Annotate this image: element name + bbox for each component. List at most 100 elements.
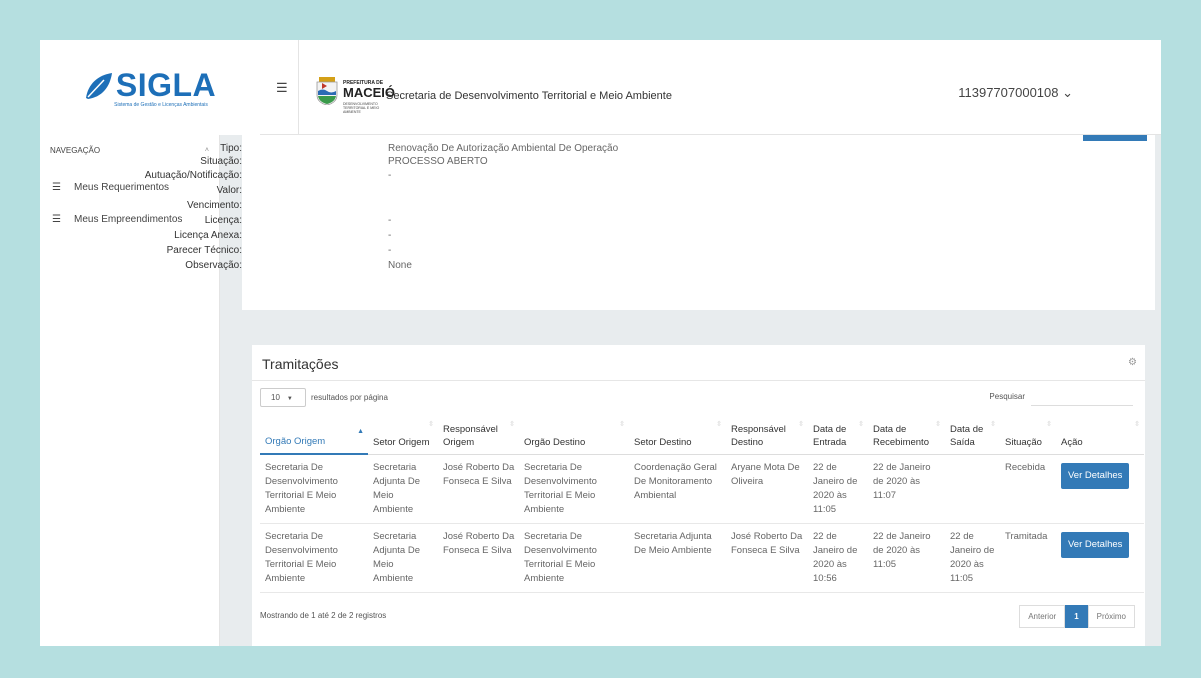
hamburger-icon[interactable]: ☰ bbox=[276, 80, 288, 96]
detail-label: Vencimento: bbox=[186, 200, 242, 211]
column-header-acao[interactable]: Ação ⇳ bbox=[1056, 413, 1144, 455]
list-icon: ☰ bbox=[52, 181, 61, 193]
column-header-label: Orgão Origem bbox=[265, 436, 326, 447]
column-header-orgao-destino[interactable]: Orgão Destino ⇳ bbox=[519, 413, 629, 455]
user-menu[interactable]: 11397707000108 ⌄ bbox=[958, 85, 1073, 101]
cell-setor-destino: Secretaria Adjunta De Meio Ambiente bbox=[629, 523, 726, 593]
detail-label: Situação: bbox=[200, 156, 242, 167]
cell-data-recebimento: 22 de Janeiro de 2020 às 11:07 bbox=[868, 454, 945, 524]
column-header-data-recebimento[interactable]: Data de Recebimento ⇳ bbox=[868, 413, 945, 455]
cell-responsavel-origem: José Roberto Da Fonseca E Silva bbox=[438, 454, 519, 524]
column-header-responsavel-origem[interactable]: Responsável Origem ⇳ bbox=[438, 413, 519, 455]
process-details: Tipo: Renovação De Autorização Ambiental … bbox=[145, 135, 1155, 310]
pagination: Anterior 1 Próximo bbox=[1019, 605, 1135, 628]
nav-heading-label: NAVEGAÇÃO bbox=[50, 146, 101, 155]
detail-value: Renovação De Autorização Ambiental De Op… bbox=[388, 143, 619, 154]
page-length-control: 10 ▼ resultados por página bbox=[260, 388, 388, 407]
column-header-label: Data de Recebimento bbox=[873, 423, 929, 448]
sort-icon: ⇳ bbox=[509, 421, 515, 428]
logo[interactable]: SIGLA Sistema de Gestão e Licenças Ambie… bbox=[40, 40, 260, 135]
sort-icon: ⇳ bbox=[428, 421, 434, 428]
column-header-setor-origem[interactable]: Setor Origem ⇳ bbox=[368, 413, 438, 455]
panel-divider bbox=[252, 380, 1145, 381]
main-content: Tipo: Renovação De Autorização Ambiental … bbox=[145, 135, 1161, 646]
cell-setor-destino: Coordenação Geral De Monitoramento Ambie… bbox=[629, 454, 726, 524]
search-label: Pesquisar bbox=[989, 392, 1025, 401]
column-header-label: Data de Saída bbox=[950, 423, 984, 448]
cell-orgao-destino: Secretaria De Desenvolvimento Territoria… bbox=[519, 523, 629, 593]
cell-setor-origem: Secretaria Adjunta De Meio Ambiente bbox=[368, 454, 438, 524]
column-header-situacao[interactable]: Situação ⇳ bbox=[1000, 413, 1056, 455]
logo-text: SIGLA bbox=[115, 67, 217, 103]
cell-orgao-origem: Secretaria De Desenvolvimento Territoria… bbox=[260, 454, 368, 524]
search-input[interactable] bbox=[1031, 388, 1133, 406]
gear-icon[interactable]: ⚙ bbox=[1128, 357, 1137, 368]
tramitacoes-panel: Tramitações ⚙ 10 ▼ resultados por página … bbox=[252, 345, 1145, 646]
cell-orgao-origem: Secretaria De Desenvolvimento Territoria… bbox=[260, 523, 368, 593]
column-header-data-saida[interactable]: Data de Saída ⇳ bbox=[945, 413, 1000, 455]
sort-icon: ⇳ bbox=[798, 421, 804, 428]
search-control: Pesquisar bbox=[989, 388, 1133, 406]
column-header-label: Orgão Destino bbox=[524, 436, 586, 448]
pagination-next-button[interactable]: Próximo bbox=[1087, 605, 1135, 628]
cell-data-entrada: 22 de Janeiro de 2020 às 10:56 bbox=[808, 523, 868, 593]
column-header-setor-destino[interactable]: Setor Destino ⇳ bbox=[629, 413, 726, 455]
detail-value: - bbox=[388, 245, 392, 256]
column-header-label: Situação bbox=[1005, 436, 1042, 448]
cell-data-saida bbox=[945, 454, 1000, 524]
detail-value: - bbox=[388, 170, 392, 181]
detail-label: Parecer Técnico: bbox=[166, 245, 242, 256]
sort-icon: ⇳ bbox=[1046, 421, 1052, 428]
tramitacoes-table: Orgão Origem ▲ Setor Origem ⇳ Responsável … bbox=[260, 413, 1144, 593]
detail-label: Licença: bbox=[204, 215, 242, 226]
cell-responsavel-destino: Aryane Mota De Oliveira bbox=[726, 454, 808, 524]
cell-responsavel-origem: José Roberto Da Fonseca E Silva bbox=[438, 523, 519, 593]
sidebar: NAVEGAÇÃO ˄ ☰ Meus Requerimentos ☰ Meus … bbox=[40, 135, 220, 646]
table-info: Mostrando de 1 até 2 de 2 registros bbox=[260, 611, 387, 620]
detail-label: Observação: bbox=[185, 260, 242, 271]
detail-value: PROCESSO ABERTO bbox=[388, 156, 488, 167]
column-header-responsavel-destino[interactable]: Responsável Destino ⇳ bbox=[726, 413, 808, 455]
action-button-edge[interactable] bbox=[1083, 135, 1147, 141]
crest-subtitle: DESENVOLVIMENTO TERRITORIAL E MEIO AMBIE… bbox=[343, 102, 380, 114]
header-divider bbox=[298, 40, 299, 135]
column-header-data-entrada[interactable]: Data de Entrada ⇳ bbox=[808, 413, 868, 455]
page-length-value: 10 bbox=[271, 393, 280, 402]
detail-label: Licença Anexa: bbox=[174, 230, 242, 241]
detail-value: None bbox=[388, 260, 412, 271]
column-header-orgao-origem[interactable]: Orgão Origem ▲ bbox=[260, 413, 368, 455]
page-length-label: resultados por página bbox=[311, 393, 388, 402]
table-row: Secretaria De Desenvolvimento Territoria… bbox=[260, 454, 1144, 524]
cell-data-recebimento: 22 de Janeiro de 2020 às 11:05 bbox=[868, 523, 945, 593]
sort-icon: ⇳ bbox=[716, 421, 722, 428]
ver-detalhes-button[interactable]: Ver Detalhes bbox=[1061, 532, 1130, 558]
sort-asc-icon: ▲ bbox=[357, 428, 364, 435]
page-length-select[interactable]: 10 ▼ bbox=[260, 388, 306, 407]
column-header-label: Setor Origem bbox=[373, 436, 430, 448]
column-header-label: Setor Destino bbox=[634, 436, 692, 448]
sort-icon: ⇳ bbox=[858, 421, 864, 428]
logo-subtitle: Sistema de Gestão e Licenças Ambientais bbox=[114, 102, 208, 108]
cell-data-entrada: 22 de Janeiro de 2020 às 11:05 bbox=[808, 454, 868, 524]
cell-situacao: Tramitada bbox=[1000, 523, 1056, 593]
cell-responsavel-destino: José Roberto Da Fonseca E Silva bbox=[726, 523, 808, 593]
column-header-label: Data de Entrada bbox=[813, 423, 847, 448]
detail-value: - bbox=[388, 230, 392, 241]
sort-icon: ⇳ bbox=[990, 421, 996, 428]
sort-icon: ⇳ bbox=[1134, 421, 1140, 428]
sort-icon: ⇳ bbox=[619, 421, 625, 428]
cell-acao: Ver Detalhes bbox=[1056, 454, 1144, 524]
cell-acao: Ver Detalhes bbox=[1056, 523, 1144, 593]
cell-data-saida: 22 de Janeiro de 2020 às 11:05 bbox=[945, 523, 1000, 593]
cell-orgao-destino: Secretaria De Desenvolvimento Territoria… bbox=[519, 454, 629, 524]
detail-label: Autuação/Notificação: bbox=[144, 170, 242, 181]
ver-detalhes-button[interactable]: Ver Detalhes bbox=[1061, 462, 1130, 489]
table-header-row: Orgão Origem ▲ Setor Origem ⇳ Responsável … bbox=[260, 413, 1144, 455]
sort-icon: ⇳ bbox=[935, 421, 941, 428]
pagination-prev-button[interactable]: Anterior bbox=[1019, 605, 1066, 628]
cell-setor-origem: Secretaria Adjunta De Meio Ambiente bbox=[368, 523, 438, 593]
detail-label: Tipo: bbox=[220, 143, 242, 154]
detail-label: Valor: bbox=[216, 185, 242, 196]
detail-value: - bbox=[388, 215, 392, 226]
pagination-page-1[interactable]: 1 bbox=[1065, 605, 1088, 628]
